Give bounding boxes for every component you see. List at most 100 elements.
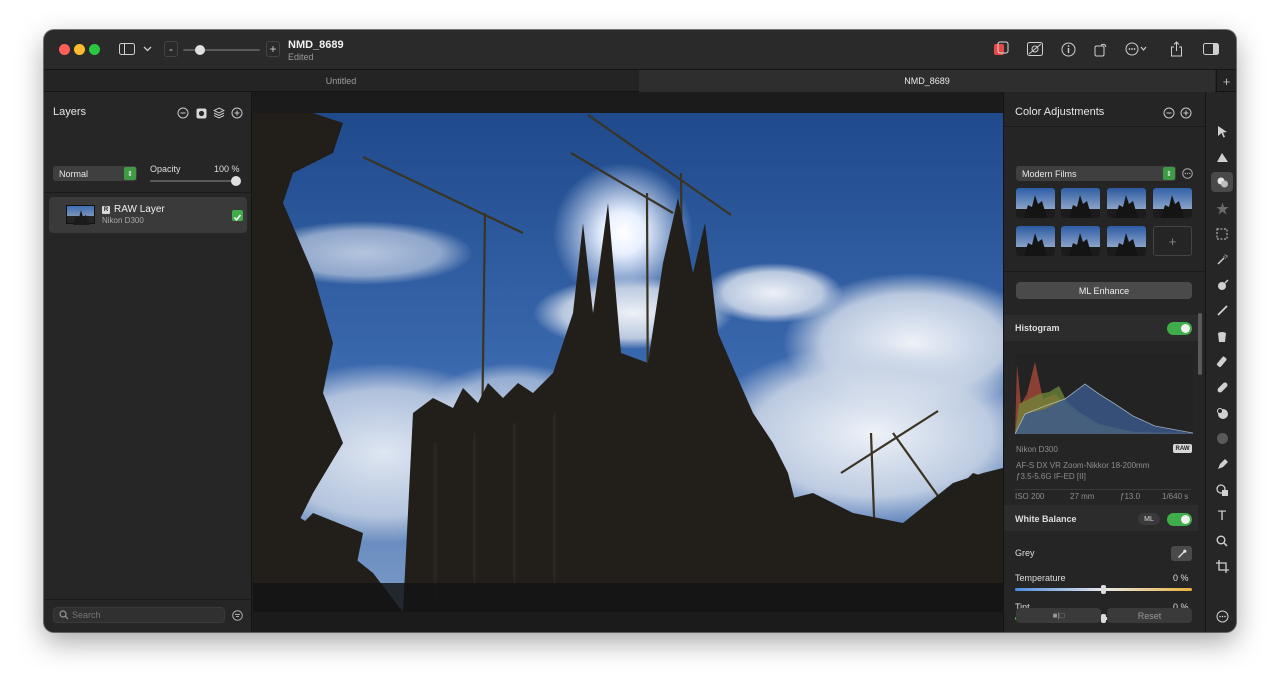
ml-enhance-button[interactable]: ML Enhance — [1016, 282, 1192, 299]
opacity-label: Opacity — [150, 164, 181, 174]
preset-thumbnail[interactable] — [1107, 188, 1146, 218]
adjustments-more-button[interactable] — [1163, 107, 1175, 119]
add-mask-button[interactable] — [195, 107, 207, 119]
tool-brush[interactable] — [1211, 300, 1233, 320]
panel-scrollbar[interactable] — [1198, 313, 1202, 375]
pen-icon — [1217, 458, 1228, 469]
tool-eraser[interactable] — [1211, 352, 1233, 372]
tool-text[interactable]: T — [1211, 505, 1233, 525]
layers-panel: Layers Normal ⇕ Opacity 100 % R RAW Laye… — [44, 92, 252, 632]
histogram-label: Histogram — [1015, 323, 1060, 333]
add-layer-button[interactable] — [231, 107, 243, 119]
preset-thumbnail[interactable] — [1107, 226, 1146, 256]
more-tools-icon — [1216, 610, 1228, 622]
sidebar-menu-button[interactable] — [140, 39, 154, 59]
rotate-button[interactable] — [1090, 39, 1112, 59]
preset-group-value: Modern Films — [1022, 168, 1077, 179]
histogram-header[interactable]: Histogram — [1004, 315, 1198, 341]
tool-arrow[interactable] — [1211, 121, 1233, 141]
tool-magic-wand[interactable] — [1211, 249, 1233, 269]
shapes-icon — [1215, 483, 1228, 496]
opacity-value: 100 % — [214, 164, 240, 174]
tab-nmd-8689[interactable]: NMD_8689 — [639, 70, 1215, 92]
preset-thumbnail[interactable] — [1061, 188, 1100, 218]
white-balance-header[interactable]: White Balance ML — [1004, 505, 1198, 531]
tool-adjust[interactable] — [1211, 172, 1233, 192]
add-preset-button[interactable]: + — [1153, 226, 1192, 256]
tool-zoom[interactable] — [1211, 531, 1233, 551]
opacity-slider[interactable] — [150, 176, 241, 186]
layer-thumbnail — [66, 205, 95, 225]
sidebar-icon — [119, 43, 135, 55]
mask-icon — [1027, 42, 1043, 56]
layers-search-field[interactable] — [53, 607, 225, 623]
compare-button[interactable] — [990, 39, 1012, 59]
minimize-window-button[interactable] — [74, 44, 85, 55]
photo-canvas[interactable] — [253, 113, 1003, 612]
tools-strip: T — [1205, 92, 1236, 632]
mask-button[interactable] — [1024, 39, 1046, 59]
canvas-area[interactable] — [253, 92, 1003, 632]
preset-thumbnail[interactable] — [1016, 188, 1055, 218]
bucket-icon — [1218, 331, 1226, 342]
tool-sphere[interactable] — [1211, 428, 1233, 448]
tool-repair[interactable] — [1211, 275, 1233, 295]
more-options-button[interactable] — [1122, 39, 1152, 59]
tool-clone[interactable] — [1211, 403, 1233, 423]
preset-group-select[interactable]: Modern Films ⇕ — [1016, 166, 1176, 181]
zoom-in-button[interactable]: + — [266, 41, 280, 57]
tool-color-select[interactable] — [1211, 147, 1233, 167]
zoom-slider[interactable] — [183, 45, 260, 55]
layer-row-raw[interactable]: R RAW Layer Nikon D300 — [49, 197, 247, 233]
white-balance-ml-button[interactable]: ML — [1138, 513, 1160, 525]
new-tab-button[interactable]: + — [1216, 70, 1236, 92]
tool-shapes[interactable] — [1211, 480, 1233, 500]
zoom-icon — [1216, 535, 1228, 547]
temperature-slider-knob[interactable] — [1101, 585, 1106, 594]
preset-thumbnail[interactable] — [1153, 188, 1192, 218]
opacity-slider-knob[interactable] — [231, 176, 241, 186]
stepper-icon: ⇕ — [124, 167, 136, 180]
layers-stack-button[interactable] — [213, 107, 225, 119]
add-adjustment-button[interactable] — [1180, 107, 1192, 119]
divider — [1015, 489, 1191, 490]
preset-thumbnail[interactable] — [1016, 226, 1055, 256]
compare-original-button[interactable]: ■|□ — [1016, 608, 1101, 623]
search-filter-button[interactable] — [231, 609, 243, 621]
blend-mode-select[interactable]: Normal ⇕ — [53, 166, 137, 181]
inspector-icon — [1203, 43, 1219, 55]
photo-image — [253, 113, 1003, 612]
tool-favorite[interactable] — [1211, 198, 1233, 218]
layer-visibility-checkbox[interactable] — [232, 210, 243, 221]
search-input[interactable] — [72, 609, 222, 621]
tool-pen[interactable] — [1211, 454, 1233, 474]
grey-picker-button[interactable] — [1171, 546, 1192, 561]
tool-marquee[interactable] — [1211, 224, 1233, 244]
color-select-icon — [1216, 153, 1228, 162]
sidebar-toggle-button[interactable] — [116, 39, 138, 59]
temperature-value: 0 % — [1173, 573, 1189, 583]
preset-thumbnail[interactable] — [1061, 226, 1100, 256]
inspector-toggle-button[interactable] — [1200, 39, 1222, 59]
preset-more-button[interactable] — [1181, 167, 1193, 179]
close-window-button[interactable] — [59, 44, 70, 55]
tool-bandage[interactable] — [1211, 377, 1233, 397]
zoom-out-button[interactable]: - — [164, 41, 178, 57]
histogram-toggle[interactable] — [1167, 322, 1192, 335]
temperature-slider[interactable] — [1015, 585, 1192, 594]
share-button[interactable] — [1165, 39, 1187, 59]
tab-untitled[interactable]: Untitled — [44, 70, 638, 92]
zoom-window-button[interactable] — [89, 44, 100, 55]
camera-model: Nikon D300 — [1016, 445, 1058, 454]
layers-more-button[interactable] — [177, 107, 189, 119]
zoom-slider-knob[interactable] — [195, 45, 205, 55]
chevron-down-icon — [143, 46, 151, 52]
white-balance-toggle[interactable] — [1167, 513, 1192, 526]
reset-button[interactable]: Reset — [1107, 608, 1192, 623]
tool-paint-bucket[interactable] — [1211, 326, 1233, 346]
tool-crop[interactable] — [1211, 556, 1233, 576]
info-button[interactable] — [1057, 39, 1079, 59]
tool-more[interactable] — [1211, 606, 1233, 626]
histogram-graph — [1015, 354, 1193, 434]
compare-icon — [994, 41, 1009, 55]
